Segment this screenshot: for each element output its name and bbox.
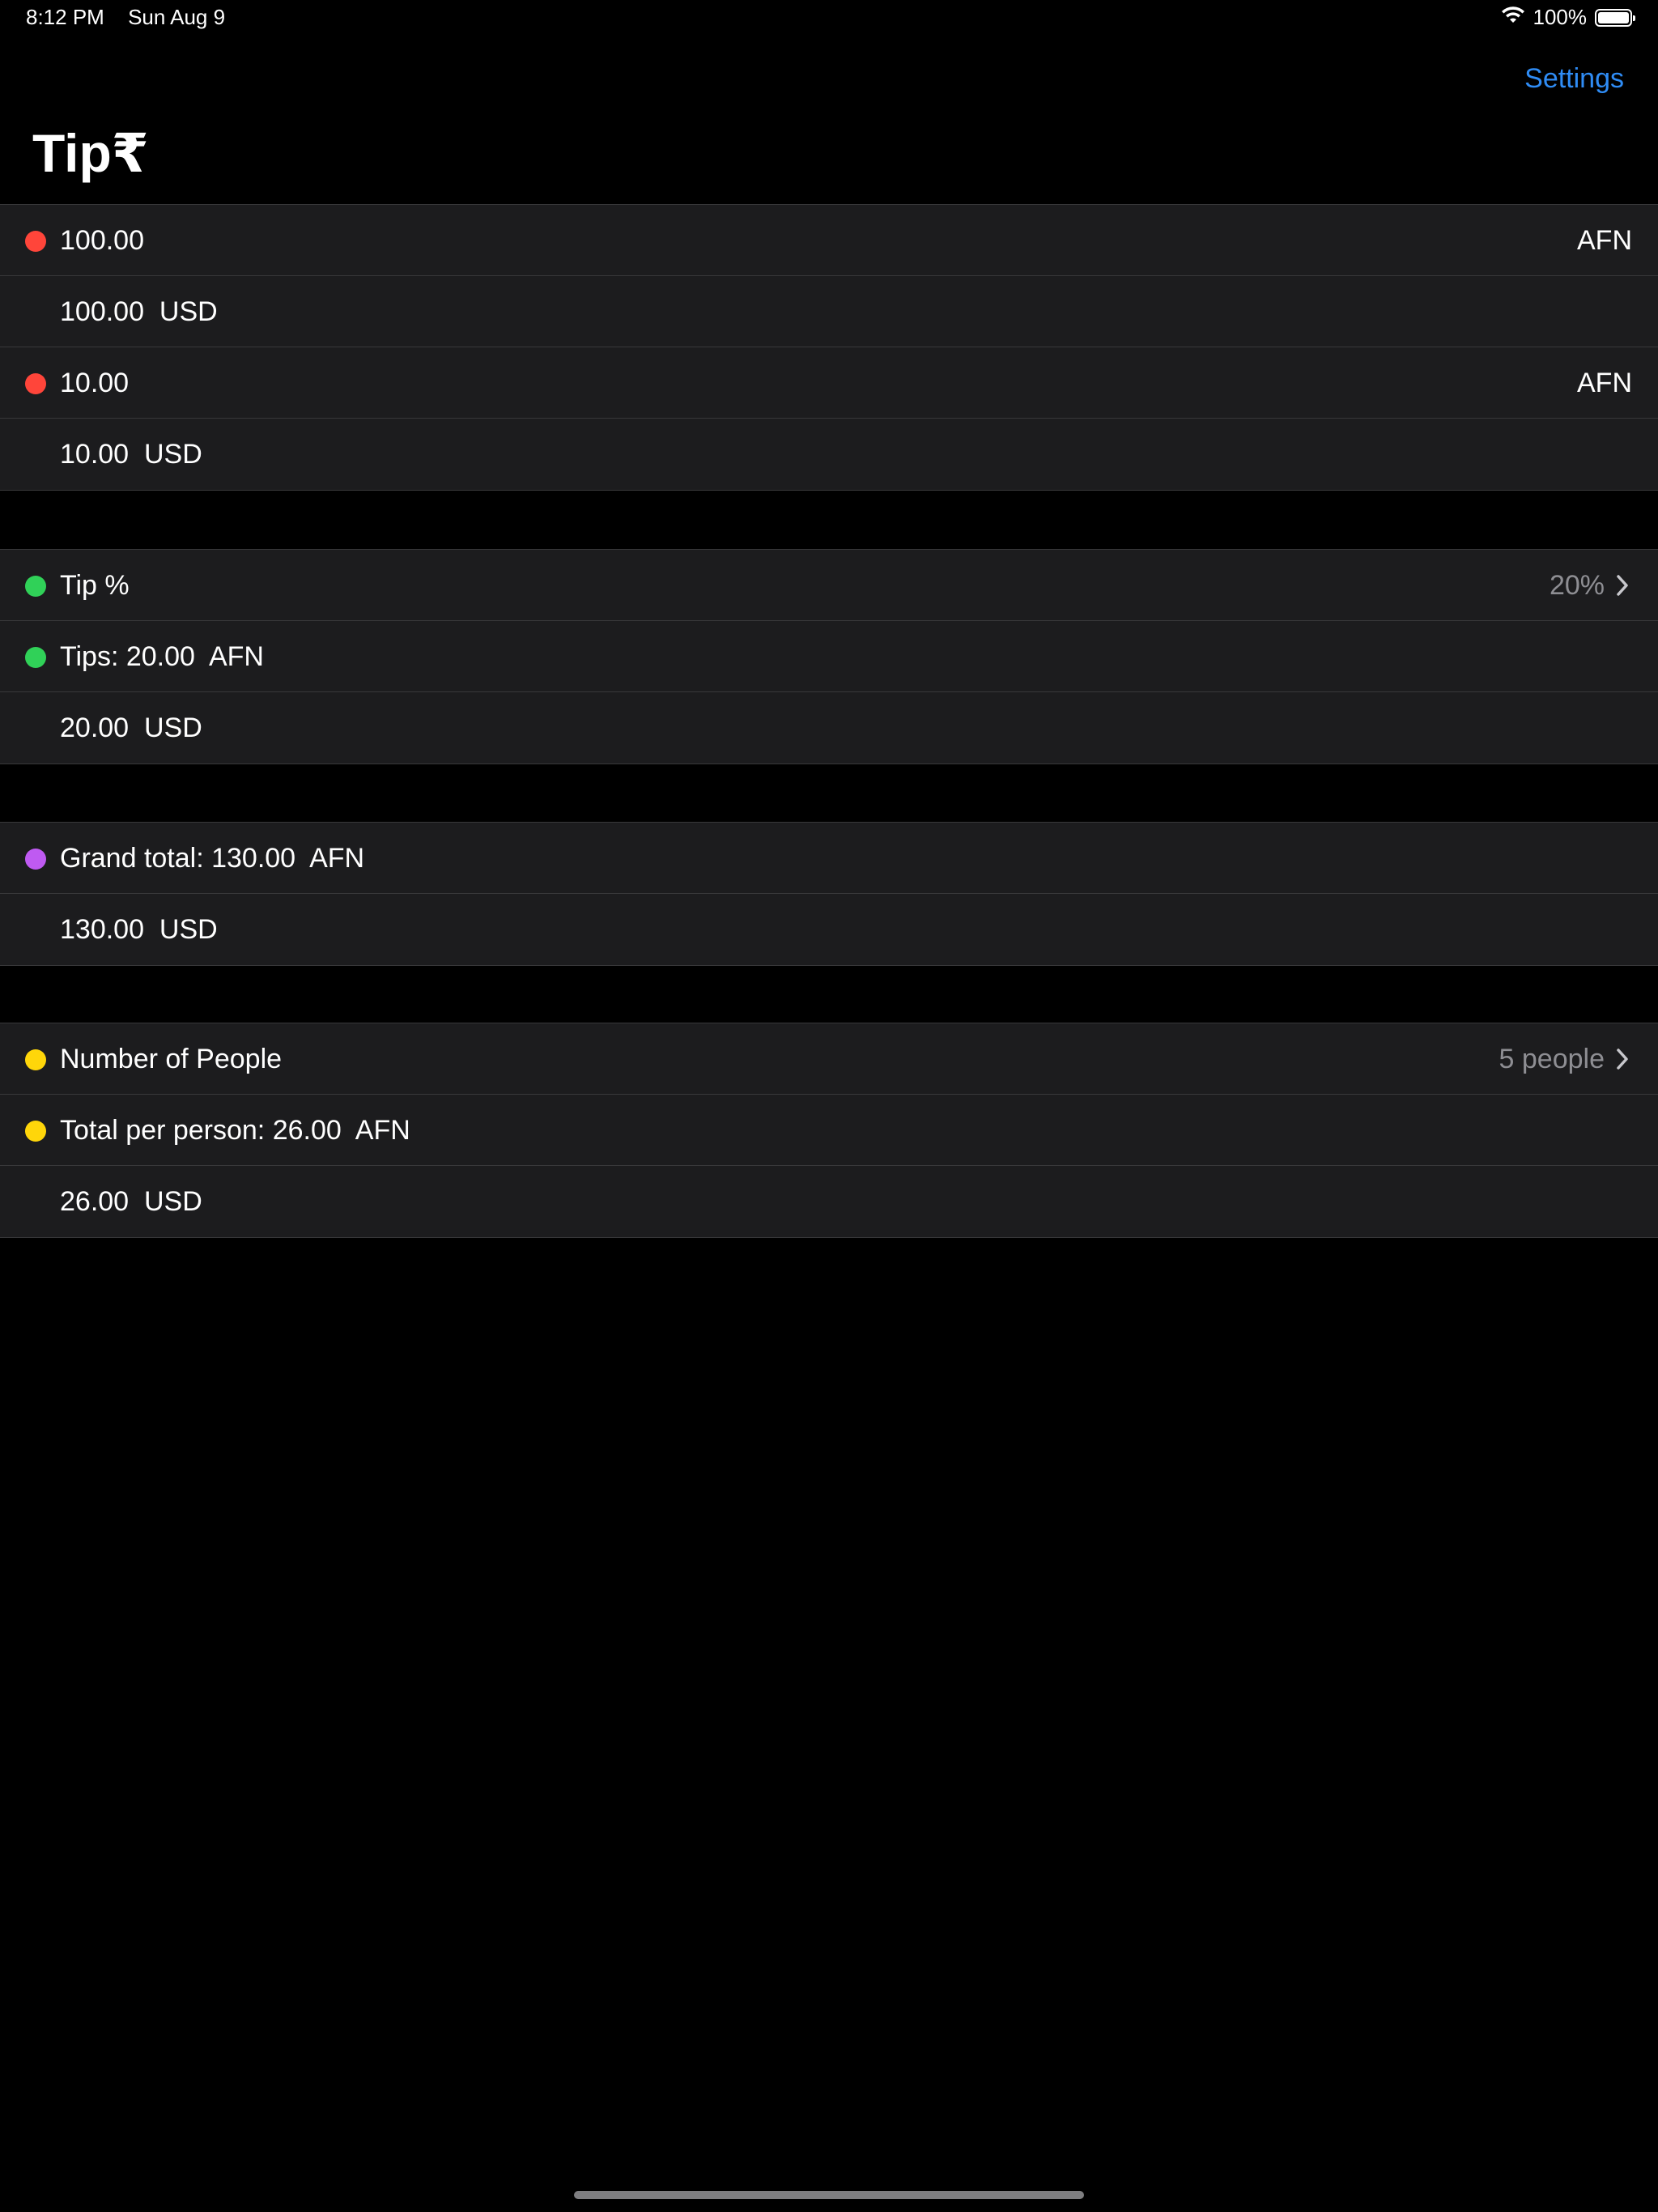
chevron-right-icon [1611,574,1634,597]
grand-total-converted-row: 130.00 USD [0,894,1658,965]
people-count-label: Number of People [60,1044,283,1074]
battery-percent: 100% [1533,5,1588,29]
people-count-row[interactable]: Number of People 5 people [0,1023,1658,1095]
red-dot-icon [25,373,46,394]
per-person-row: Total per person: 26.00 AFN [0,1095,1658,1166]
tax-converted-value: 10.00 USD [60,439,202,470]
purple-dot-icon [25,849,46,870]
grand-total-value: Grand total: 130.00 AFN [60,843,365,874]
bill-currency-picker[interactable]: AFN [1577,205,1632,276]
battery-icon [1595,8,1635,27]
grand-total-row: Grand total: 130.00 AFN [0,823,1658,894]
settings-button[interactable]: Settings [1524,63,1624,95]
status-date: Sun Aug 9 [128,5,226,29]
bill-converted-row: 100.00 USD [0,276,1658,347]
tax-amount-input[interactable]: 10.00 [60,347,129,419]
green-dot-icon [25,647,46,668]
green-dot-icon [25,576,46,597]
tax-converted-row: 10.00 USD [0,419,1658,490]
status-indicators: 100% [1501,5,1635,30]
bill-section: 100.00 AFN 100.00 USD 10.00 AFN 10.00 US… [0,204,1658,491]
tips-converted-value: 20.00 USD [60,713,202,743]
tips-converted-row: 20.00 USD [0,692,1658,764]
grand-total-converted-value: 130.00 USD [60,914,218,945]
per-person-value: Total per person: 26.00 AFN [60,1115,410,1146]
bill-converted-value: 100.00 USD [60,296,218,327]
tips-amount-row: Tips: 20.00 AFN [0,621,1658,692]
tips-amount-value: Tips: 20.00 AFN [60,641,264,672]
status-bar: 8:12 PM Sun Aug 9 100% [0,0,1658,39]
people-section: Number of People 5 people Total per pers… [0,1023,1658,1238]
yellow-dot-icon [25,1121,46,1142]
tax-currency-picker[interactable]: AFN [1577,347,1632,419]
tip-percent-label: Tip % [60,570,130,601]
wifi-icon [1501,5,1525,30]
tax-amount-row[interactable]: 10.00 AFN [0,347,1658,419]
page-title: Tip₹ [32,123,149,183]
grand-total-section: Grand total: 130.00 AFN 130.00 USD [0,822,1658,966]
bill-amount-input[interactable]: 100.00 [60,205,144,276]
status-time: 8:12 PM [26,5,104,29]
yellow-dot-icon [25,1049,46,1070]
status-time-date: 8:12 PM Sun Aug 9 [26,5,243,30]
chevron-right-icon [1611,1048,1634,1070]
tip-percent-row[interactable]: Tip % 20% [0,550,1658,621]
tip-percent-value: 20% [1549,570,1605,601]
bill-amount-row[interactable]: 100.00 AFN [0,205,1658,276]
people-count-value: 5 people [1499,1044,1605,1074]
home-indicator[interactable] [574,2191,1084,2199]
per-person-converted-row: 26.00 USD [0,1166,1658,1237]
per-person-converted-value: 26.00 USD [60,1186,202,1217]
tip-section: Tip % 20% Tips: 20.00 AFN 20.00 USD [0,549,1658,764]
red-dot-icon [25,231,46,252]
